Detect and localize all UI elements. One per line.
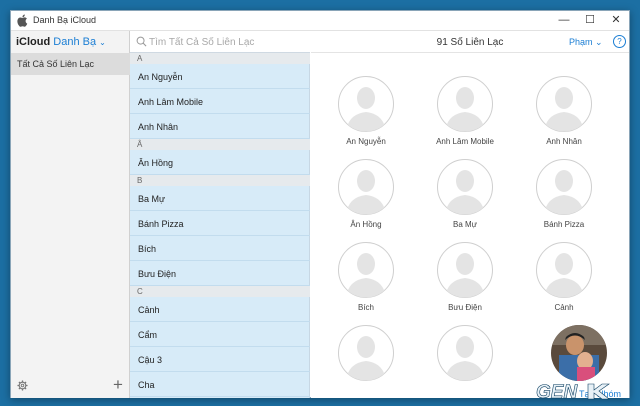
avatar-placeholder-icon bbox=[437, 76, 493, 132]
grid-header: 91 Số Liên Lạc Phạm ⌄ ? bbox=[311, 31, 629, 53]
contact-card-name: Bưu Điện bbox=[448, 303, 482, 312]
avatar-placeholder-icon bbox=[437, 159, 493, 215]
avatar-placeholder-icon bbox=[536, 76, 592, 132]
contact-list: AAn NguyễnAnh Lâm MobileAnh NhânÂÂn Hồng… bbox=[130, 31, 422, 398]
account-header[interactable]: iCloud Danh Bạ ⌄ bbox=[11, 31, 130, 53]
contact-row[interactable]: Cậu 3 bbox=[130, 347, 310, 372]
contacts-window: Danh Bạ iCloud — ☐ ✕ iCloud Danh Bạ ⌄ Tấ… bbox=[10, 10, 630, 399]
svg-text:GEN: GEN bbox=[536, 382, 578, 402]
contact-card-name: Ba Mự bbox=[452, 220, 478, 229]
contact-card-name: Ân Hồng bbox=[350, 220, 382, 229]
contact-card[interactable]: Bích bbox=[326, 242, 406, 322]
contact-row[interactable]: An Nguyễn bbox=[130, 64, 310, 89]
help-icon[interactable]: ? bbox=[613, 35, 626, 48]
sidebar: iCloud Danh Bạ ⌄ Tất Cả Số Liên Lạc + bbox=[11, 31, 130, 398]
sort-label: Phạm bbox=[569, 37, 593, 47]
search-bar bbox=[130, 31, 310, 53]
sidebar-footer: + bbox=[11, 374, 130, 398]
apple-icon bbox=[17, 14, 28, 27]
contact-row[interactable]: Ba Mự bbox=[130, 186, 310, 211]
avatar-placeholder-icon bbox=[536, 159, 592, 215]
contact-row[interactable]: Cha bbox=[130, 372, 310, 397]
avatar-placeholder-icon bbox=[338, 325, 394, 381]
contact-row[interactable]: Anh Lâm Mobile bbox=[130, 89, 310, 114]
contact-card-name: Anh Lâm Mobile bbox=[436, 137, 494, 146]
contact-card[interactable]: Bánh Pizza bbox=[524, 159, 604, 239]
sort-dropdown[interactable]: Phạm ⌄ bbox=[569, 37, 603, 48]
contact-card[interactable] bbox=[425, 325, 505, 405]
avatar-placeholder-icon bbox=[536, 242, 592, 298]
search-icon bbox=[136, 36, 147, 47]
avatar-placeholder-icon bbox=[338, 76, 394, 132]
contact-card-name: Anh Nhân bbox=[546, 137, 582, 146]
contact-card[interactable] bbox=[326, 325, 406, 405]
sidebar-item-all-contacts[interactable]: Tất Cả Số Liên Lạc bbox=[11, 53, 130, 75]
contact-row[interactable]: Anh Nhân bbox=[130, 114, 310, 139]
avatar-placeholder-icon bbox=[338, 242, 394, 298]
minimize-button[interactable]: — bbox=[551, 11, 577, 31]
group-selector[interactable]: Danh Bạ bbox=[53, 36, 96, 48]
contact-card[interactable]: Anh Lâm Mobile bbox=[425, 76, 505, 156]
contact-card[interactable]: Ân Hồng bbox=[326, 159, 406, 239]
section-header: A bbox=[130, 53, 310, 64]
contact-row[interactable]: Bưu Điện bbox=[130, 261, 310, 286]
section-header: Â bbox=[130, 139, 310, 150]
contact-card-name: Bánh Pizza bbox=[543, 220, 585, 229]
window-title: Danh Bạ iCloud bbox=[33, 15, 97, 25]
contact-row[interactable]: Bánh Pizza bbox=[130, 211, 310, 236]
account-label: iCloud bbox=[16, 36, 51, 48]
contact-row[interactable]: Cảnh bbox=[130, 297, 310, 322]
contact-card-name: An Nguyễn bbox=[346, 137, 386, 146]
search-input[interactable] bbox=[149, 34, 304, 50]
avatar-placeholder-icon bbox=[437, 325, 493, 381]
title-bar: Danh Bạ iCloud — ☐ ✕ bbox=[11, 11, 629, 31]
contact-rows: A An Nguyễn Anh Lâm Mobile Anh Nhân Â Ân Hồng… bbox=[130, 53, 310, 398]
contact-card[interactable]: An Nguyễn bbox=[326, 76, 406, 156]
gear-icon[interactable] bbox=[17, 380, 28, 391]
chevron-down-icon: ⌄ bbox=[595, 37, 603, 47]
maximize-button[interactable]: ☐ bbox=[577, 11, 603, 31]
genk-watermark: GEN bbox=[536, 382, 610, 402]
avatar-placeholder-icon bbox=[437, 242, 493, 298]
contact-row[interactable]: Bích bbox=[130, 236, 310, 261]
section-header: C bbox=[130, 286, 310, 297]
contact-card-name: Bích bbox=[357, 303, 374, 312]
contact-card[interactable]: Bưu Điện bbox=[425, 242, 505, 322]
section-header: B bbox=[130, 175, 310, 186]
chevron-down-icon[interactable]: ⌄ bbox=[99, 38, 106, 47]
contact-row[interactable]: Cẩm bbox=[130, 322, 310, 347]
contact-card-name: Cảnh bbox=[554, 303, 574, 312]
add-contact-button[interactable]: + bbox=[113, 375, 123, 395]
avatar-placeholder-icon bbox=[338, 159, 394, 215]
contact-row[interactable]: Ân Hồng bbox=[130, 150, 310, 175]
contact-photo-avatar[interactable] bbox=[551, 325, 607, 381]
contact-card[interactable]: Ba Mự bbox=[425, 159, 505, 239]
contact-card[interactable]: Anh Nhân bbox=[524, 76, 604, 156]
close-button[interactable]: ✕ bbox=[603, 11, 629, 31]
contact-grid-pane: 91 Số Liên Lạc Phạm ⌄ ? An Nguyễn Anh Lâm… bbox=[311, 31, 629, 399]
contact-card[interactable]: Cảnh bbox=[524, 242, 604, 322]
